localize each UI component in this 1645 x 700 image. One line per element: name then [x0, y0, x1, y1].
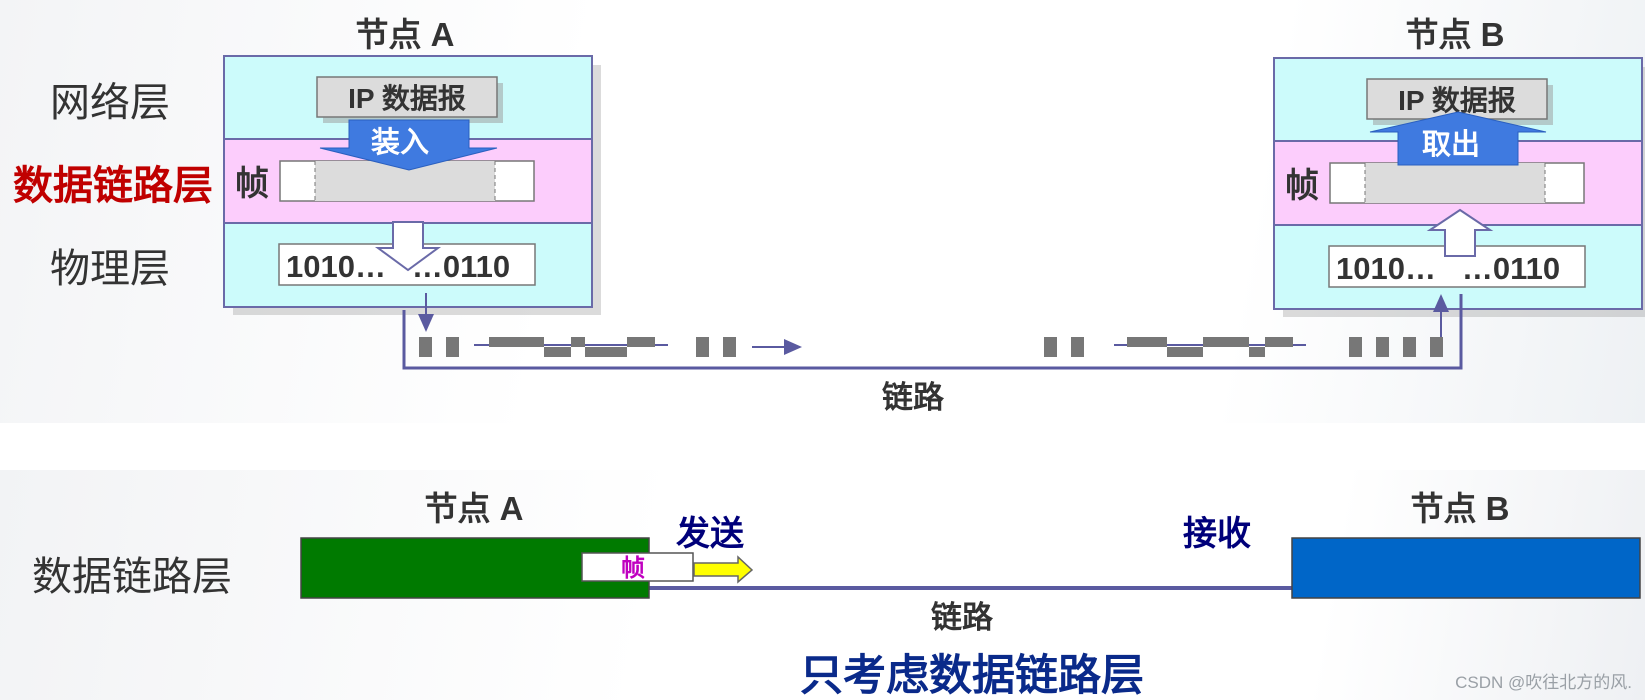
node-a-stack: IP 数据报 帧 装入 1010… …0110 [223, 55, 601, 315]
bottom-caption: 只考虑数据链路层 [800, 652, 1144, 700]
encapsulate-label: 装入 [371, 126, 429, 159]
bottom-frame-label: 帧 [621, 555, 645, 582]
bottom-node-b-title: 节点 B [1411, 490, 1510, 527]
node-b-bits-start: 1010… [1336, 251, 1436, 286]
node-a-bits-start: 1010… [286, 249, 386, 284]
top-link-label: 链路 [882, 380, 945, 415]
node-a-frame-label: 帧 [235, 165, 269, 203]
diagram-canvas: 网络层 数据链路层 物理层 节点 A 节点 B IP 数据报 帧 装入 1010… [13, 16, 1645, 700]
layer-label-data-link: 数据链路层 [13, 164, 213, 208]
frame-send-arrow-icon [693, 555, 754, 584]
bottom-node-a-title: 节点 A [425, 490, 524, 527]
bottom-link-label: 链路 [931, 600, 994, 635]
node-b-ip-datagram-label: IP 数据报 [1398, 85, 1516, 116]
node-b-frame-label: 帧 [1285, 167, 1319, 205]
watermark: CSDN @吹往北方的风. [1455, 673, 1632, 692]
layer-label-physical: 物理层 [50, 247, 170, 291]
node-b-stack: IP 数据报 帧 取出 1010… …0110 [1273, 57, 1645, 317]
receive-label: 接收 [1183, 515, 1251, 553]
bottom-node-b-block [1291, 537, 1641, 599]
node-b-title: 节点 B [1406, 16, 1505, 53]
node-b-bits-end: …0110 [1462, 251, 1560, 286]
layer-label-network: 网络层 [50, 81, 170, 125]
node-a-title: 节点 A [356, 16, 455, 53]
send-label: 发送 [676, 515, 744, 553]
extract-label: 取出 [1422, 128, 1480, 161]
node-a-ip-datagram-label: IP 数据报 [348, 83, 466, 114]
bottom-layer-label: 数据链路层 [32, 555, 232, 599]
